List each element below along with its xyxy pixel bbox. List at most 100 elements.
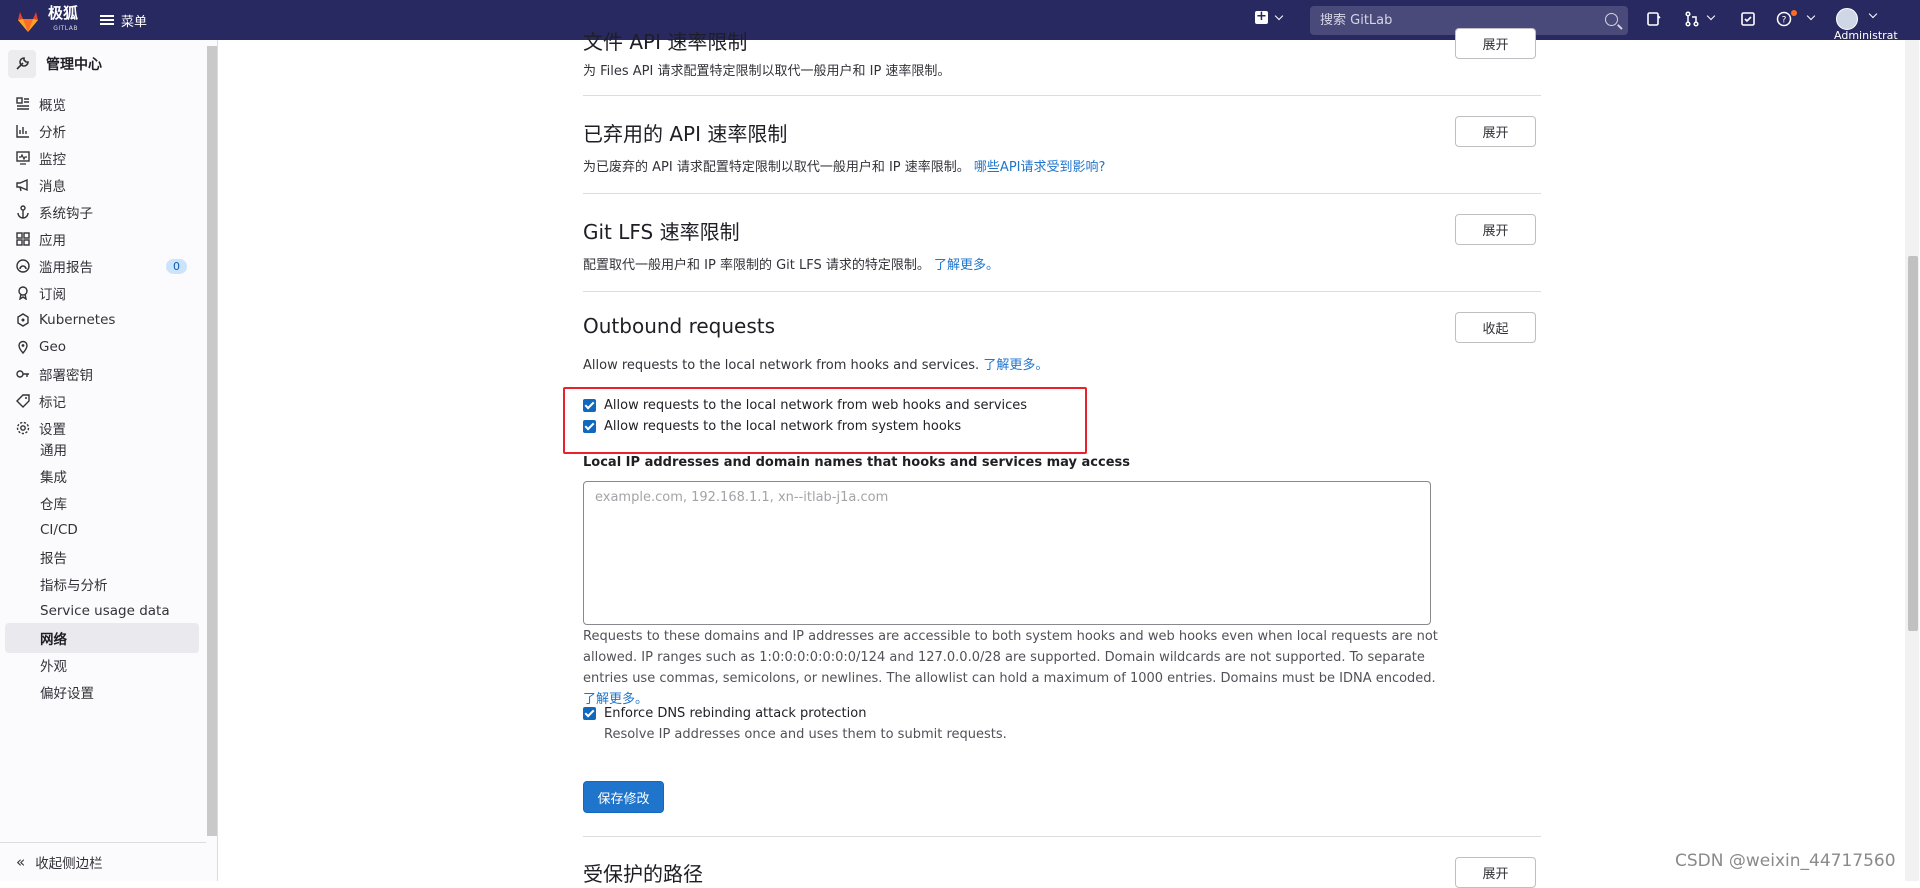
sidebar-item[interactable]: 消息 bbox=[5, 170, 199, 200]
sidebar-item[interactable]: 部署密钥 bbox=[5, 359, 199, 389]
sidebar-item[interactable]: 标记 bbox=[5, 386, 199, 416]
allow-system-hooks-checkbox[interactable]: Allow requests to the local network from… bbox=[583, 419, 961, 434]
todo-icon[interactable] bbox=[1740, 11, 1756, 27]
chevron-down-icon[interactable] bbox=[1806, 11, 1816, 21]
search-icon bbox=[1605, 13, 1618, 26]
settings-subitem[interactable]: Service usage data bbox=[5, 596, 199, 626]
chevron-down-icon[interactable] bbox=[1706, 11, 1716, 21]
learn-more-link[interactable]: 了解更多。 bbox=[583, 692, 648, 707]
sidebar-item[interactable]: 订阅 bbox=[5, 278, 199, 308]
section-description: 配置取代一般用户和 IP 率限制的 Git LFS 请求的特定限制。 了解更多。 bbox=[583, 254, 999, 273]
brand-sub-label: GITLAB bbox=[53, 25, 79, 32]
settings-subitem[interactable]: 集成 bbox=[5, 461, 199, 491]
sidebar-item[interactable]: 应用 bbox=[5, 224, 199, 254]
learn-more-link[interactable]: 了解更多。 bbox=[934, 258, 999, 273]
section-title: Outbound requests bbox=[583, 314, 776, 338]
scrollbar-thumb[interactable] bbox=[1908, 256, 1918, 631]
save-changes-button[interactable]: 保存修改 bbox=[583, 781, 664, 813]
learn-more-link[interactable]: 了解更多。 bbox=[983, 358, 1048, 373]
admin-wrench-icon bbox=[8, 50, 36, 78]
sidebar-item-label: 分析 bbox=[39, 125, 66, 141]
section-title: 受保护的路径 bbox=[583, 862, 703, 886]
affected-requests-link[interactable]: 哪些API请求受到影响? bbox=[974, 160, 1105, 175]
collapse-sidebar-button[interactable]: « 收起侧边栏 bbox=[0, 842, 206, 881]
sidebar-title: 管理中心 bbox=[46, 57, 102, 73]
settings-subitem[interactable]: 网络 bbox=[5, 623, 199, 653]
sidebar-item-label: 部署密钥 bbox=[39, 368, 93, 384]
hook-icon bbox=[15, 204, 31, 220]
settings-subitem[interactable]: 通用 bbox=[5, 434, 199, 464]
merge-requests-icon[interactable] bbox=[1684, 11, 1700, 27]
settings-subitem[interactable]: 报告 bbox=[5, 542, 199, 572]
divider bbox=[583, 836, 1541, 837]
description-text: 为已废弃的 API 请求配置特定限制以取代一般用户和 IP 速率限制。 bbox=[583, 160, 970, 175]
collapse-button[interactable]: 收起 bbox=[1455, 312, 1536, 343]
sidebar-item[interactable]: 分析 bbox=[5, 116, 199, 146]
allow-web-hooks-checkbox[interactable]: Allow requests to the local network from… bbox=[583, 398, 1027, 413]
sidebar-scrollbar[interactable] bbox=[207, 46, 217, 836]
checkbox-checked-icon[interactable] bbox=[583, 707, 596, 720]
checkbox-checked-icon[interactable] bbox=[583, 420, 596, 433]
settings-subitem[interactable]: 外观 bbox=[5, 650, 199, 680]
sidebar-item[interactable]: 监控 bbox=[5, 143, 199, 173]
issues-icon[interactable] bbox=[1646, 11, 1662, 27]
sidebar-item[interactable]: 系统钩子 bbox=[5, 197, 199, 227]
dns-help-text: Resolve IP addresses once and uses them … bbox=[604, 727, 1007, 742]
settings-subitem[interactable]: 仓库 bbox=[5, 488, 199, 518]
checkbox-label: Allow requests to the local network from… bbox=[604, 398, 1028, 413]
section-description: Allow requests to the local network from… bbox=[583, 354, 1048, 373]
git-lfs-section: Git LFS 速率限制 配置取代一般用户和 IP 率限制的 Git LFS 请… bbox=[583, 194, 1541, 292]
sidebar-item-label: 监控 bbox=[39, 152, 66, 168]
gitlab-logo[interactable]: 极狐 GITLAB bbox=[14, 6, 78, 36]
plus-square-icon: + bbox=[1255, 9, 1268, 24]
page-scrollbar[interactable] bbox=[1905, 40, 1919, 881]
settings-subitem[interactable]: CI/CD bbox=[5, 515, 199, 545]
svg-text:?: ? bbox=[1782, 16, 1787, 26]
deprecated-api-section: 已弃用的 API 速率限制 为已废弃的 API 请求配置特定限制以取代一般用户和… bbox=[583, 96, 1541, 194]
sidebar-item[interactable]: 概览 bbox=[5, 89, 199, 119]
double-chevron-left-icon: « bbox=[16, 853, 26, 871]
expand-button[interactable]: 展开 bbox=[1455, 857, 1536, 888]
monitor-icon bbox=[15, 150, 31, 166]
avatar[interactable] bbox=[1836, 8, 1858, 30]
allowlist-textarea[interactable]: example.com, 192.168.1.1, xn--itlab-j1a.… bbox=[583, 481, 1431, 625]
chevron-down-icon bbox=[1274, 11, 1284, 20]
sidebar-item-label: 标记 bbox=[39, 395, 66, 411]
brand-label: 极狐 bbox=[48, 4, 79, 22]
subscription-icon bbox=[15, 285, 31, 301]
user-name-label: Administrat bbox=[1834, 29, 1898, 42]
menu-button[interactable]: 菜单 bbox=[100, 9, 147, 31]
dns-rebinding-checkbox[interactable]: Enforce DNS rebinding attack protection bbox=[583, 706, 866, 721]
menu-label: 菜单 bbox=[121, 14, 148, 30]
search-input[interactable] bbox=[1320, 13, 1600, 28]
applications-icon bbox=[15, 231, 31, 247]
tanuki-logo-icon bbox=[18, 12, 38, 32]
settings-subitem[interactable]: 指标与分析 bbox=[5, 569, 199, 599]
allowlist-field-label: Local IP addresses and domain names that… bbox=[583, 455, 1130, 470]
sidebar-item-label: 系统钩子 bbox=[39, 206, 93, 222]
sidebar-item[interactable]: Kubernetes bbox=[5, 305, 199, 335]
hamburger-icon bbox=[100, 15, 114, 25]
key-icon bbox=[15, 366, 31, 382]
chevron-down-icon[interactable] bbox=[1868, 9, 1878, 19]
new-dropdown-button[interactable]: + bbox=[1255, 9, 1284, 24]
top-navbar: 极狐 GITLAB 菜单 + ? Administrat bbox=[0, 0, 1920, 42]
section-description: 为 Files API 请求配置特定限制以取代一般用户和 IP 速率限制。 bbox=[583, 64, 951, 79]
notification-dot bbox=[1791, 10, 1797, 16]
settings-subitem[interactable]: 偏好设置 bbox=[5, 677, 199, 707]
sidebar-item-label: 应用 bbox=[39, 233, 66, 249]
expand-button[interactable]: 展开 bbox=[1455, 28, 1536, 59]
brand-name: 极狐 GITLAB bbox=[48, 6, 78, 36]
analytics-icon bbox=[15, 123, 31, 139]
help-icon[interactable]: ? bbox=[1776, 11, 1792, 27]
section-title: 已弃用的 API 速率限制 bbox=[583, 122, 788, 146]
expand-button[interactable]: 展开 bbox=[1455, 214, 1536, 245]
sidebar-item[interactable]: Geo bbox=[5, 332, 199, 362]
sidebar-header[interactable]: 管理中心 bbox=[8, 50, 102, 78]
checkbox-checked-icon[interactable] bbox=[583, 399, 596, 412]
sidebar-item[interactable]: 滥用报告 0 bbox=[5, 251, 199, 281]
section-title: 文件 API 速率限制 bbox=[583, 30, 748, 54]
textarea-placeholder: example.com, 192.168.1.1, xn--itlab-j1a.… bbox=[595, 490, 889, 505]
kubernetes-icon bbox=[15, 312, 31, 328]
expand-button[interactable]: 展开 bbox=[1455, 116, 1536, 147]
